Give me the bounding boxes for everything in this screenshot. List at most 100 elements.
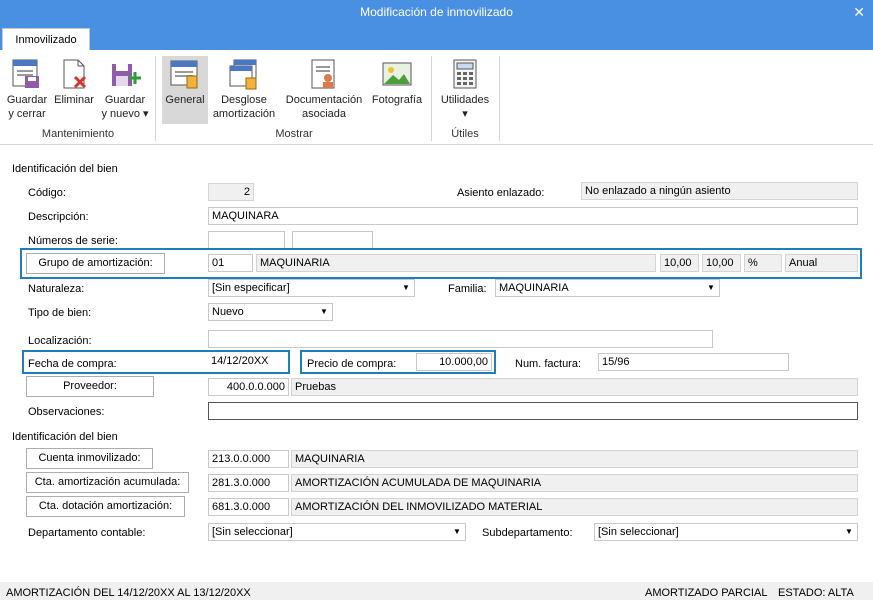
group-separator: [431, 56, 432, 141]
save-new-label-2: y nuevo ▾: [101, 108, 149, 120]
delete-button[interactable]: Eliminar: [52, 50, 96, 124]
numeros-serie-label: Números de serie:: [28, 235, 118, 247]
form-area: Identificación del bien Código: 2 Asient…: [0, 146, 873, 582]
fecha-compra-field[interactable]: 14/12/20XX: [208, 353, 286, 371]
proveedor-name-field: Pruebas: [291, 378, 858, 396]
departamento-label: Departamento contable:: [28, 527, 146, 539]
grupo-amortizacion-button[interactable]: Grupo de amortización:: [26, 253, 165, 274]
chevron-down-icon: ▼: [707, 283, 715, 292]
breakdown-icon: [229, 59, 257, 90]
grupo-pct-symbol: %: [744, 254, 782, 272]
subdepartamento-label: Subdepartamento:: [482, 527, 573, 539]
status-estado: ESTADO: ALTA: [778, 587, 854, 599]
grupo-name-field: MAQUINARIA: [256, 254, 656, 272]
status-amortizado: AMORTIZADO PARCIAL: [645, 587, 768, 599]
breakdown-button[interactable]: Desglose amortización: [210, 50, 278, 124]
num-factura-label: Num. factura:: [515, 358, 582, 370]
ribbon: Guardar y cerrar Eliminar Guardar y nuev…: [0, 50, 873, 145]
observaciones-label: Observaciones:: [28, 406, 105, 418]
numero-serie-field-2[interactable]: [292, 231, 373, 249]
close-icon[interactable]: ✕: [853, 0, 865, 24]
documentation-label-1: Documentación: [285, 94, 363, 106]
asiento-field[interactable]: No enlazado a ningún asiento: [581, 182, 858, 200]
breakdown-label-2: amortización: [212, 108, 276, 120]
title-bar: Modificación de inmovilizado ✕: [0, 0, 873, 25]
proveedor-button[interactable]: Proveedor:: [26, 376, 154, 397]
cta-dotacion-name: AMORTIZACIÓN DEL INMOVILIZADO MATERIAL: [291, 498, 858, 516]
naturaleza-select[interactable]: [Sin especificar] ▼: [208, 279, 415, 297]
numero-serie-field-1[interactable]: [208, 231, 285, 249]
cta-amort-acumulada-code[interactable]: 281.3.0.000: [208, 474, 289, 492]
save-new-label-1: Guardar: [104, 94, 146, 106]
grupo-periodo-field: Anual: [785, 254, 858, 272]
cuenta-inmovilizado-code[interactable]: 213.0.0.000: [208, 450, 289, 468]
grupo-pct2-field: 10,00: [702, 254, 741, 272]
window-title: Modificación de inmovilizado: [360, 5, 513, 19]
naturaleza-value: [Sin especificar]: [212, 282, 290, 294]
save-close-label-2: y cerrar: [8, 108, 46, 120]
utilities-label: Utilidades: [440, 94, 490, 106]
group-label-mostrar: Mostrar: [275, 128, 313, 140]
asiento-label: Asiento enlazado:: [457, 187, 545, 199]
subdepartamento-select[interactable]: [Sin seleccionar] ▼: [594, 523, 858, 541]
general-icon: [170, 60, 198, 89]
naturaleza-label: Naturaleza:: [28, 283, 85, 295]
status-bar: AMORTIZACIÓN DEL 14/12/20XX AL 13/12/20X…: [0, 582, 873, 600]
photo-icon: [382, 62, 412, 86]
save-close-button[interactable]: Guardar y cerrar: [4, 50, 50, 124]
codigo-field[interactable]: 2: [208, 183, 254, 201]
group-label-mantenimiento: Mantenimiento: [41, 128, 115, 140]
cuenta-inmovilizado-name: MAQUINARIA: [291, 450, 858, 468]
chevron-down-icon: ▼: [402, 283, 410, 292]
departamento-select[interactable]: [Sin seleccionar] ▼: [208, 523, 466, 541]
grupo-code-field[interactable]: 01: [208, 254, 253, 272]
tab-inmovilizado[interactable]: Inmovilizado: [2, 28, 90, 50]
utilities-dropdown-icon: ▾: [462, 108, 468, 120]
section-title-identificacion: Identificación del bien: [12, 163, 118, 175]
calculator-icon: [453, 59, 477, 89]
cta-dotacion-code[interactable]: 681.3.0.000: [208, 498, 289, 516]
documentation-label-2: asociada: [301, 108, 347, 120]
save-close-icon: [12, 59, 39, 88]
familia-label: Familia:: [448, 283, 487, 295]
utilities-button[interactable]: Utilidades ▾: [436, 50, 494, 124]
status-amortizacion-range: AMORTIZACIÓN DEL 14/12/20XX AL 13/12/20X…: [6, 587, 251, 599]
grupo-pct1-field: 10,00: [660, 254, 699, 272]
codigo-label: Código:: [28, 187, 66, 199]
documentation-button[interactable]: Documentación asociada: [282, 50, 366, 124]
photo-label: Fotografía: [371, 94, 423, 106]
general-button[interactable]: General: [162, 56, 208, 124]
group-separator: [499, 56, 500, 141]
save-close-label-1: Guardar: [6, 94, 48, 106]
familia-select[interactable]: MAQUINARIA ▼: [495, 279, 720, 297]
documentation-icon: [311, 59, 335, 89]
tipo-bien-value: Nuevo: [212, 306, 244, 318]
localizacion-field[interactable]: [208, 330, 713, 348]
num-factura-field[interactable]: 15/96: [598, 353, 789, 371]
descripcion-label: Descripción:: [28, 211, 89, 223]
cta-amort-acumulada-button[interactable]: Cta. amortización acumulada:: [26, 472, 189, 493]
descripcion-field[interactable]: MAQUINARA: [208, 207, 858, 225]
chevron-down-icon: ▼: [320, 307, 328, 316]
cta-amort-acumulada-name: AMORTIZACIÓN ACUMULADA DE MAQUINARIA: [291, 474, 858, 492]
group-label-utiles: Útiles: [451, 128, 479, 140]
cuenta-inmovilizado-button[interactable]: Cuenta inmovilizado:: [26, 448, 153, 469]
tipo-bien-label: Tipo de bien:: [28, 307, 92, 319]
proveedor-code-field[interactable]: 400.0.0.000: [208, 378, 289, 396]
section-title-identificacion-2: Identificación del bien: [12, 431, 118, 443]
delete-icon: [63, 59, 87, 89]
cta-dotacion-button[interactable]: Cta. dotación amortización:: [26, 496, 185, 517]
save-new-button[interactable]: Guardar y nuevo ▾: [98, 50, 152, 124]
tab-strip: Inmovilizado: [0, 25, 873, 50]
localizacion-label: Localización:: [28, 335, 92, 347]
save-new-icon: [112, 64, 141, 86]
precio-compra-field[interactable]: 10.000,00: [416, 353, 492, 371]
photo-button[interactable]: Fotografía: [368, 50, 426, 124]
breakdown-label-1: Desglose: [221, 94, 267, 106]
delete-label: Eliminar: [54, 94, 94, 106]
fecha-compra-label: Fecha de compra:: [28, 358, 117, 370]
precio-compra-label: Precio de compra:: [307, 358, 397, 370]
observaciones-field[interactable]: [208, 402, 858, 420]
familia-value: MAQUINARIA: [499, 282, 569, 294]
tipo-bien-select[interactable]: Nuevo ▼: [208, 303, 333, 321]
